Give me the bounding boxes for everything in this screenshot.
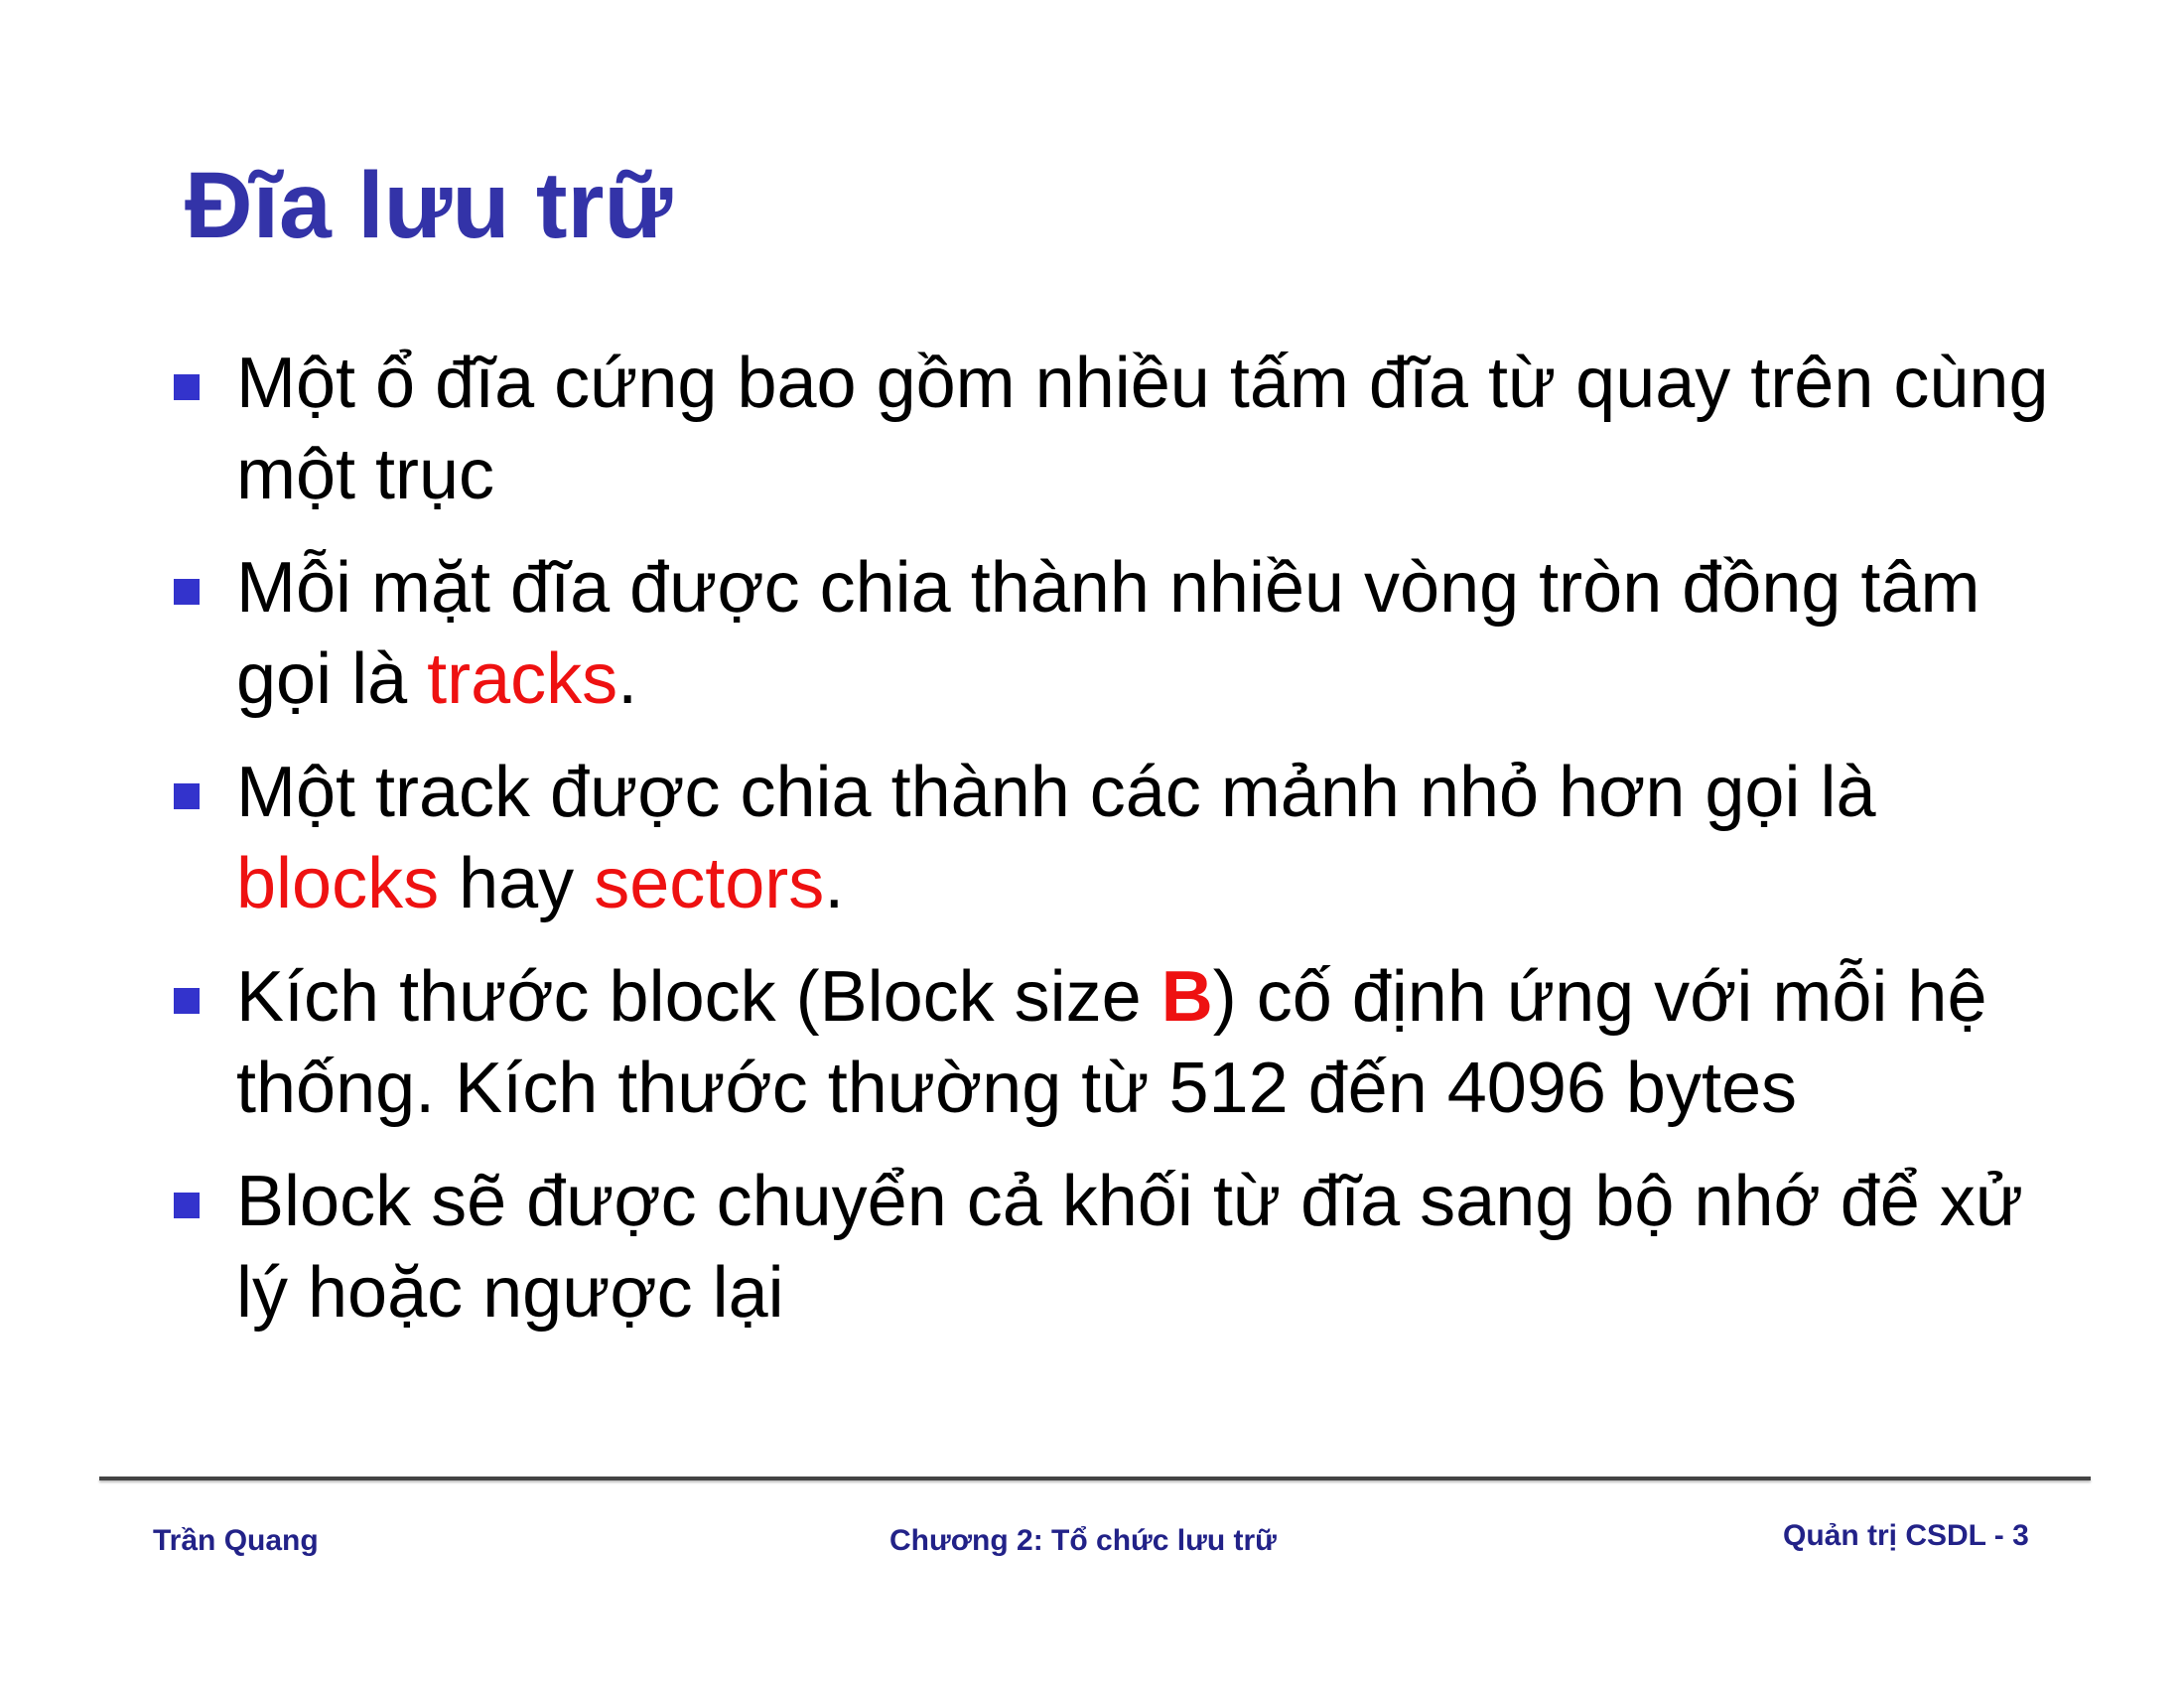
highlight-term-b: B	[1160, 957, 1213, 1037]
footer-divider	[99, 1477, 2091, 1480]
bullet-item-5: Block sẽ được chuyển cả khối từ đĩa sang…	[171, 1156, 2057, 1338]
footer-page-number: Quản trị CSDL - 3	[1783, 1519, 2029, 1552]
square-bullet-icon	[174, 783, 200, 809]
square-bullet-icon	[174, 374, 200, 400]
bullet-text: Một track được chia thành các mảnh nhỏ h…	[236, 753, 1876, 832]
bullet-item-1: Một ổ đĩa cứng bao gồm nhiều tấm đĩa từ …	[171, 338, 2057, 520]
bullet-item-4: Kích thước block (Block size B) cố định …	[171, 951, 2057, 1134]
bullet-text-middle: hay	[439, 844, 595, 923]
highlight-term-sectors: sectors	[594, 844, 825, 923]
bullet-text-end: .	[617, 639, 638, 719]
slide-title: Đĩa lưu trữ	[185, 153, 673, 258]
bullet-text-end: .	[824, 844, 845, 923]
bullet-list: Một ổ đĩa cứng bao gồm nhiều tấm đĩa từ …	[171, 338, 2057, 1360]
highlight-term-blocks: blocks	[236, 844, 440, 923]
bullet-text: Một ổ đĩa cứng bao gồm nhiều tấm đĩa từ …	[236, 344, 2049, 514]
square-bullet-icon	[174, 988, 200, 1014]
slide: Đĩa lưu trữ Một ổ đĩa cứng bao gồm nhiều…	[0, 0, 2184, 1688]
highlight-term-tracks: tracks	[427, 639, 618, 719]
square-bullet-icon	[174, 579, 200, 605]
footer-chapter: Chương 2: Tổ chức lưu trữ	[889, 1524, 1277, 1557]
footer-author: Trần Quang	[153, 1524, 319, 1557]
bullet-item-2: Mỗi mặt đĩa được chia thành nhiều vòng t…	[171, 542, 2057, 725]
bullet-text: Block sẽ được chuyển cả khối từ đĩa sang…	[236, 1162, 2023, 1333]
bullet-item-3: Một track được chia thành các mảnh nhỏ h…	[171, 747, 2057, 929]
bullet-text: Kích thước block (Block size	[236, 957, 1161, 1037]
square-bullet-icon	[174, 1193, 200, 1218]
